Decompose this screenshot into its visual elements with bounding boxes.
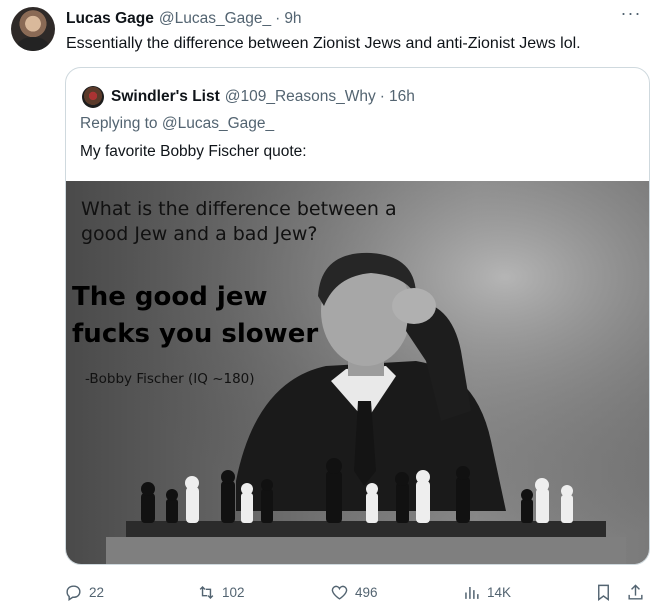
like-icon [331, 585, 348, 600]
quoted-author-avatar [82, 86, 104, 108]
replying-mention: @Lucas_Gage_ [161, 115, 275, 132]
like-button[interactable]: 496 [330, 580, 378, 604]
bookmark-icon [598, 584, 609, 601]
quoted-tweet-time: 16h [388, 88, 415, 105]
share-button[interactable] [626, 580, 645, 604]
avatar-shirt [17, 37, 49, 51]
separator-dot: · [275, 10, 281, 27]
repost-icon [199, 585, 214, 599]
quoted-tweet[interactable]: Swindler's List @109_Reasons_Why · 16h R… [65, 67, 650, 565]
views-icon [465, 586, 479, 599]
meme-attribution: -Bobby Fischer (IQ ~180) [85, 371, 255, 387]
quoted-author-handle: @109_Reasons_Why [224, 88, 376, 105]
meme-question: What is the difference between a good Je… [81, 198, 397, 245]
tweet-header: Lucas Gage @Lucas_Gage_ · 9h [66, 9, 302, 29]
action-bar: 22 102 496 14K [64, 580, 652, 604]
tweet-text: Essentially the difference between Zioni… [66, 35, 581, 52]
reply-icon [66, 584, 81, 601]
reply-count: 22 [89, 584, 105, 600]
quoted-author-name: Swindler's List [111, 88, 220, 105]
reply-button[interactable]: 22 [64, 580, 104, 604]
repost-count: 102 [222, 584, 245, 600]
author-name[interactable]: Lucas Gage [66, 10, 154, 28]
meme-answer: The good jew fucks you slower [72, 282, 319, 349]
more-icon[interactable]: ··· [618, 4, 644, 26]
quoted-media-image[interactable]: What is the difference between a good Je… [66, 181, 649, 564]
replying-prefix: Replying to [80, 115, 158, 132]
bookmark-button[interactable] [594, 580, 613, 604]
quoted-separator-dot: · [379, 88, 385, 105]
quoted-tweet-text: My favorite Bobby Fischer quote: [80, 143, 307, 160]
views-count: 14K [487, 584, 512, 600]
author-handle[interactable]: @Lucas_Gage_ [159, 10, 271, 28]
like-count: 496 [355, 584, 378, 600]
share-icon [628, 583, 643, 600]
repost-button[interactable]: 102 [197, 580, 245, 604]
quoted-tweet-header: Swindler's List @109_Reasons_Why · 16h [111, 87, 415, 107]
views-button[interactable]: 14K [462, 580, 511, 604]
tweet-time[interactable]: 9h [284, 10, 301, 28]
author-avatar[interactable] [11, 7, 55, 51]
replying-to: Replying to @Lucas_Gage_ [80, 115, 274, 133]
